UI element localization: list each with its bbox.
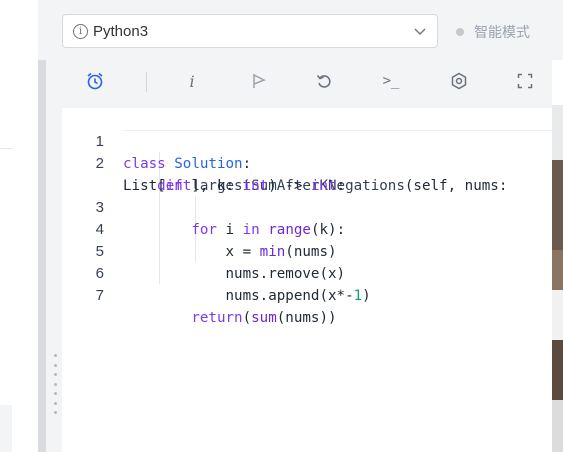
- smart-mode-indicator: [456, 28, 464, 36]
- chevron-down-icon: [414, 28, 426, 35]
- smart-mode-label: 智能模式: [474, 24, 530, 40]
- smart-mode-toggle[interactable]: 智能模式: [456, 22, 530, 42]
- code-line: 3 for i in range(k):: [62, 175, 552, 238]
- left-bottom-block: [0, 405, 12, 452]
- code-line: List[int], k: int) -> int:: [62, 153, 552, 194]
- code-line: 6 nums.append(x*-1): [62, 241, 552, 304]
- editor-toolbar: i >_: [62, 60, 552, 104]
- code-line: 4 x = min(nums): [62, 197, 552, 260]
- code-line: 1 class Solution:: [62, 109, 552, 172]
- code-text: return(sum(nums)): [191, 310, 337, 326]
- line-number: 7: [95, 287, 104, 304]
- code-line: 2 def largestSumAfterKNegations(self, nu…: [62, 131, 552, 194]
- code-text: nums.append(x*-1): [123, 288, 371, 304]
- language-select-value: Python3: [93, 22, 149, 40]
- code-line: 7 return(sum(nums)): [62, 263, 552, 326]
- left-divider: [0, 148, 12, 149]
- fullscreen-icon[interactable]: [514, 70, 536, 92]
- console-button[interactable]: >_: [380, 70, 402, 92]
- info-button[interactable]: i: [181, 70, 203, 92]
- language-select[interactable]: i Python3: [62, 14, 438, 48]
- background-window-strip: [552, 0, 563, 452]
- reset-icon[interactable]: [313, 70, 335, 92]
- code-line: 5 nums.remove(x): [62, 219, 552, 282]
- panel-resize-handle[interactable]: [52, 354, 58, 414]
- info-icon: i: [73, 23, 88, 39]
- panel-scrollbar[interactable]: [38, 60, 46, 452]
- toolbar-separator: [146, 72, 147, 92]
- code-editor[interactable]: 1 class Solution: 2 def largestSumAfterK…: [62, 108, 552, 452]
- flag-icon[interactable]: [248, 70, 270, 92]
- settings-icon[interactable]: [448, 70, 470, 92]
- left-panel: [0, 0, 38, 452]
- alarm-clock-icon[interactable]: [84, 70, 106, 92]
